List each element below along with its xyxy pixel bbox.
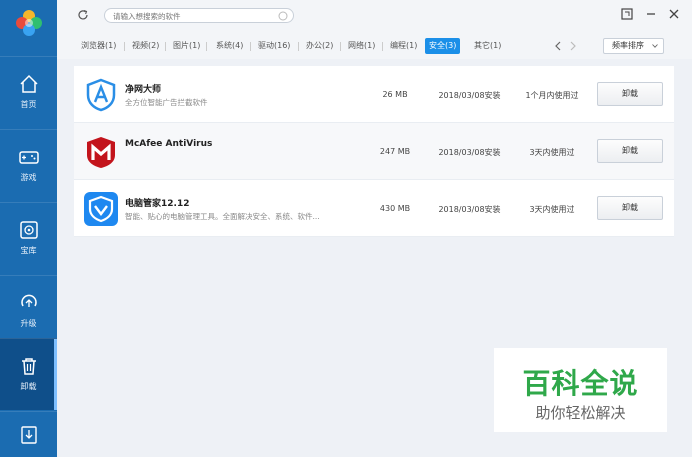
upgrade-icon [21,294,37,307]
app-name: McAfee AntiVirus [125,139,213,149]
tencent-manager-icon [84,192,118,226]
refresh-icon[interactable] [77,9,89,21]
tab-system[interactable]: 系统(4) [212,38,247,54]
app-install-date: 2018/03/08安装 [438,91,501,100]
tab-other[interactable]: 其它(1) [470,38,505,54]
sidebar-item-home[interactable]: 首页 [0,56,57,128]
app-install-date: 2018/03/08安装 [438,148,501,157]
home-icon [20,74,38,93]
app-usage: 1个月内使用过 [525,91,579,100]
arrow-right-icon[interactable] [568,40,578,52]
app-install-date: 2018/03/08安装 [438,205,501,214]
watermark-title: 百科全说 [522,367,639,400]
app-usage: 3天内使用过 [529,205,575,214]
uninstall-button[interactable]: 卸载 [597,196,663,220]
app-desc: 全方位智能广告拦截软件 [125,98,208,107]
category-tabs: 浏览器(1) 视频(2) 图片(1) 系统(4) 驱动(16) 办公(2) 网络… [57,33,692,59]
app-usage: 3天内使用过 [529,148,575,157]
tab-video[interactable]: 视频(2) [128,38,163,54]
chevron-down-icon [652,44,658,48]
sidebar-item-download[interactable] [0,411,57,457]
sidebar-item-label: 卸载 [20,382,37,391]
search-box[interactable] [104,8,294,23]
tab-network[interactable]: 网络(1) [344,38,379,54]
sidebar-item-treasure[interactable]: 宝库 [0,202,57,274]
search-input[interactable] [113,10,273,22]
list-item[interactable]: McAfee AntiVirus 247 MB 2018/03/08安装 3天内… [74,123,674,180]
sidebar-item-label: 游戏 [20,173,37,182]
sidebar-item-label: 首页 [20,100,37,109]
minimize-icon[interactable] [643,6,659,22]
watermark: 百科全说 助你轻松解决 [494,348,667,432]
sidebar-item-uninstall[interactable]: 卸载 [0,338,57,410]
watermark-subtitle: 助你轻松解决 [535,404,626,422]
sidebar-item-games[interactable]: 游戏 [0,129,57,201]
sidebar-item-upgrade[interactable]: 升级 [0,275,57,347]
arrow-left-icon[interactable] [553,40,563,52]
sidebar-item-label: 宝库 [20,246,37,255]
list-item[interactable]: 电脑管家12.12 智能、贴心的电脑管理工具。全面解决安全、系统、软件... 4… [74,180,674,237]
trash-icon [22,358,36,375]
app-logo-icon [16,10,42,36]
tab-driver[interactable]: 驱动(16) [254,38,294,54]
close-icon[interactable] [666,6,682,22]
clear-icon[interactable] [278,11,288,21]
sidebar-item-label: 升级 [20,319,37,328]
app-name: 电脑管家12.12 [125,199,190,209]
top-bar [57,0,692,33]
treasure-icon [20,221,38,239]
uninstall-button[interactable]: 卸载 [597,82,663,106]
sort-dropdown[interactable]: 频率排序 [603,38,664,54]
jingwang-shield-icon [86,78,116,112]
list-item[interactable]: 净网大师 全方位智能广告拦截软件 26 MB 2018/03/08安装 1个月内… [74,66,674,123]
sort-label: 频率排序 [612,41,644,50]
tab-image[interactable]: 图片(1) [169,38,204,54]
mcafee-shield-icon [87,137,115,168]
app-size: 26 MB [382,90,408,99]
app-size: 247 MB [379,147,411,156]
app-desc: 智能、贴心的电脑管理工具。全面解决安全、系统、软件... [125,212,320,221]
skin-icon[interactable] [619,6,635,22]
tab-browser[interactable]: 浏览器(1) [77,38,120,54]
tab-security[interactable]: 安全(3) [425,38,461,54]
tab-programming[interactable]: 编程(1) [386,38,421,54]
download-icon [21,426,37,444]
app-size: 430 MB [379,204,411,213]
uninstall-button[interactable]: 卸载 [597,139,663,163]
sidebar: 首页 游戏 宝库 升级 卸载 [0,0,57,457]
app-name: 净网大师 [125,85,162,95]
tab-office[interactable]: 办公(2) [302,38,337,54]
gamepad-icon [19,151,39,164]
